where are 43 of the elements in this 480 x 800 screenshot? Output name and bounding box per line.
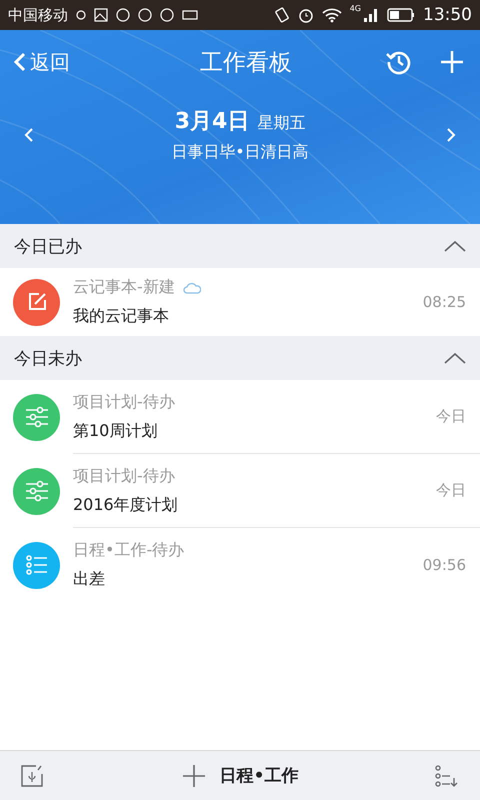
weekday-text: 星期五 xyxy=(257,113,306,134)
clock-time: 13:50 xyxy=(423,5,472,25)
collapse-icon[interactable] xyxy=(444,352,466,364)
task-row[interactable]: 云记事本-新建 我的云记事本 08:25 xyxy=(0,268,480,336)
task-category: 云记事本-新建 xyxy=(73,277,175,298)
collapse-icon[interactable] xyxy=(444,240,466,252)
filter-icon[interactable] xyxy=(434,764,460,788)
task-time: 今日 xyxy=(436,481,466,500)
task-category: 日程•工作-待办 xyxy=(73,540,184,561)
task-title: 我的云记事本 xyxy=(73,306,170,327)
task-title: 出差 xyxy=(73,569,106,590)
motto-text: 日事日毕•日清日高 xyxy=(171,142,309,163)
task-time: 08:25 xyxy=(422,293,466,311)
back-button[interactable]: 返回 xyxy=(12,48,70,76)
carrier-name: 中国移动 xyxy=(8,6,68,24)
section-title: 今日未办 xyxy=(14,348,82,370)
sliders-icon xyxy=(24,480,48,502)
image-icon xyxy=(94,8,108,22)
task-row[interactable]: 项目计划-待办 2016年度计划 今日 xyxy=(0,454,480,528)
task-title: 2016年度计划 xyxy=(73,494,179,516)
task-title: 第10周计划 xyxy=(73,420,158,442)
list-icon xyxy=(26,554,48,576)
page-title: 工作看板 xyxy=(199,48,293,78)
section-header[interactable]: 今日已办 xyxy=(0,224,480,268)
sliders-icon xyxy=(24,406,48,428)
task-time: 09:56 xyxy=(422,556,466,574)
task-row[interactable]: 日程•工作-待办 出差 09:56 xyxy=(0,528,480,602)
section-title: 今日已办 xyxy=(14,236,82,258)
battery-icon xyxy=(387,8,415,22)
task-category: 项目计划-待办 xyxy=(73,392,175,412)
back-icon xyxy=(12,51,28,73)
date-text: 3月4日 xyxy=(174,108,250,136)
alarm-icon xyxy=(298,7,314,23)
wifi-icon xyxy=(322,7,342,23)
signal-icon xyxy=(363,7,379,23)
add-icon xyxy=(182,764,206,788)
task-category: 项目计划-待办 xyxy=(73,466,175,486)
network-type: 4G xyxy=(350,4,361,13)
task-row[interactable]: 项目计划-待办 第10周计划 今日 xyxy=(0,380,480,454)
vibrate-icon xyxy=(274,7,290,23)
chat-bubble-icon xyxy=(76,10,86,20)
section-header[interactable]: 今日未办 xyxy=(0,336,480,380)
task-time: 今日 xyxy=(436,407,466,426)
